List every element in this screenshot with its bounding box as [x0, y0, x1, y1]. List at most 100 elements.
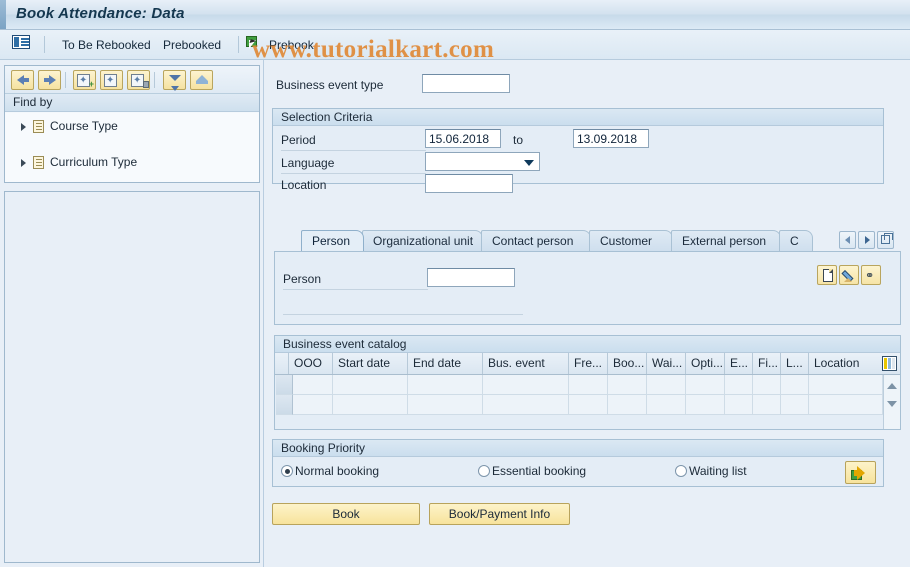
col-location[interactable]: Location	[809, 353, 879, 374]
display-glasses-icon[interactable]: ⚭	[861, 265, 881, 285]
person-underline	[283, 289, 428, 290]
back-arrow-icon[interactable]	[11, 70, 34, 90]
language-underline	[281, 173, 426, 174]
radio-essential-booking[interactable]: Essential booking	[478, 464, 586, 478]
col-fre[interactable]: Fre...	[569, 353, 608, 374]
collapse-all-icon[interactable]	[163, 70, 186, 91]
new-document-icon[interactable]	[817, 265, 837, 285]
cell-fre	[569, 375, 608, 395]
language-select[interactable]	[425, 152, 540, 171]
expand-all-icon[interactable]	[190, 70, 213, 90]
tab-scroll-left-icon[interactable]	[839, 231, 856, 249]
radio-indicator[interactable]	[478, 465, 490, 477]
col-end-date[interactable]: End date	[408, 353, 483, 374]
col-opti[interactable]: Opti...	[686, 353, 725, 374]
main-content-panel: Business event type Selection Criteria P…	[263, 60, 910, 567]
tab-customer[interactable]: Customer	[589, 230, 673, 251]
book-button[interactable]: Book	[272, 503, 420, 525]
cell-bus-event	[483, 395, 569, 415]
col-ooo[interactable]: OOO	[289, 353, 333, 374]
list-detail-icon[interactable]	[12, 35, 34, 54]
tree-item-curriculum-type[interactable]: Curriculum Type	[5, 153, 259, 171]
to-be-rebooked-button[interactable]: To Be Rebooked	[54, 34, 159, 57]
document-icon	[33, 120, 44, 133]
prebooked-button[interactable]: Prebooked	[155, 34, 229, 57]
toolbar-separator-2	[238, 36, 239, 53]
row-selector[interactable]	[276, 395, 293, 415]
cell-fi	[753, 395, 781, 415]
catalog-vertical-scrollbar[interactable]	[883, 375, 900, 429]
chevron-down-icon[interactable]	[524, 160, 534, 166]
book-payment-info-button[interactable]: Book/Payment Info	[429, 503, 570, 525]
cell-location	[809, 395, 883, 415]
find-by-tree: Course Type Curriculum Type	[5, 113, 259, 182]
period-to-input[interactable]	[573, 129, 649, 148]
prebook-icon[interactable]	[246, 36, 261, 51]
radio-label: Normal booking	[295, 464, 380, 478]
find-by-toolbar: ✦ + ✦ ✦	[5, 66, 259, 94]
tab-organizational-unit[interactable]: Organizational unit	[362, 230, 483, 251]
forward-arrow-icon[interactable]	[38, 70, 61, 90]
tab-contact-person[interactable]: Contact person	[481, 230, 591, 251]
col-fi[interactable]: Fi...	[753, 353, 781, 374]
col-rowselect[interactable]	[275, 353, 289, 374]
radio-normal-booking[interactable]: Normal booking	[281, 464, 379, 478]
cell-boo	[608, 395, 647, 415]
col-start-date[interactable]: Start date	[333, 353, 408, 374]
person-input[interactable]	[427, 268, 515, 287]
table-row[interactable]	[275, 395, 900, 415]
row-selector[interactable]	[276, 375, 293, 395]
col-e[interactable]: E...	[725, 353, 753, 374]
business-event-type-input[interactable]	[422, 74, 510, 93]
edit-pencil-icon[interactable]	[839, 265, 859, 285]
execute-arrow-icon	[851, 466, 871, 480]
prebook-button[interactable]: Prebook	[261, 34, 322, 57]
tab-label: Customer	[600, 234, 653, 248]
execute-button[interactable]	[845, 461, 876, 484]
col-wai[interactable]: Wai...	[647, 353, 686, 374]
catalog-title: Business event catalog	[275, 336, 900, 353]
selection-criteria-group: Selection Criteria Period to Language Lo…	[272, 108, 884, 193]
radio-indicator[interactable]	[281, 465, 293, 477]
radio-label: Essential booking	[492, 464, 587, 478]
booking-priority-group: Booking Priority Normal booking Essentia…	[272, 439, 884, 487]
tab-company[interactable]: C	[779, 230, 813, 251]
delete-entry-icon[interactable]: ✦	[127, 70, 150, 90]
location-label: Location	[281, 178, 327, 192]
create-entry-icon[interactable]: ✦ +	[73, 70, 96, 90]
cell-ooo	[293, 395, 333, 415]
table-settings-icon[interactable]	[882, 356, 897, 371]
radio-indicator[interactable]	[675, 465, 687, 477]
col-bus-event[interactable]: Bus. event	[483, 353, 569, 374]
location-input[interactable]	[425, 174, 513, 193]
cell-l	[781, 375, 809, 395]
cell-e	[725, 395, 753, 415]
period-label: Period	[281, 133, 316, 147]
radio-waiting-list[interactable]: Waiting list	[675, 464, 747, 478]
display-entry-icon[interactable]: ✦	[100, 70, 123, 90]
scroll-down-icon[interactable]	[887, 401, 897, 407]
cell-fre	[569, 395, 608, 415]
cell-fi	[753, 375, 781, 395]
chevron-right-icon[interactable]	[21, 159, 26, 167]
tab-scroll-right-icon[interactable]	[858, 231, 875, 249]
cell-l	[781, 395, 809, 415]
period-from-input[interactable]	[425, 129, 501, 148]
radio-label: Waiting list	[689, 464, 747, 478]
table-row[interactable]	[275, 375, 900, 395]
tab-external-person[interactable]: External person	[671, 230, 781, 251]
col-boo[interactable]: Boo...	[608, 353, 647, 374]
work-area: ✦+ ✦ ✦ Find by Course Type Curriculum T	[0, 60, 910, 567]
tab-list-icon[interactable]	[877, 231, 894, 249]
entity-tab-strip: Person Organizational unit Contact perso…	[274, 230, 901, 325]
period-underline	[281, 150, 426, 151]
chevron-right-icon[interactable]	[21, 123, 26, 131]
col-l[interactable]: L...	[781, 353, 809, 374]
tree-item-label: Course Type	[50, 119, 118, 133]
cell-start-date	[333, 375, 408, 395]
tab-label: Organizational unit	[373, 234, 474, 248]
tree-item-course-type[interactable]: Course Type	[5, 117, 259, 135]
tab-person[interactable]: Person	[301, 230, 364, 251]
scroll-up-icon[interactable]	[887, 383, 897, 389]
tree-item-label: Curriculum Type	[50, 155, 138, 169]
